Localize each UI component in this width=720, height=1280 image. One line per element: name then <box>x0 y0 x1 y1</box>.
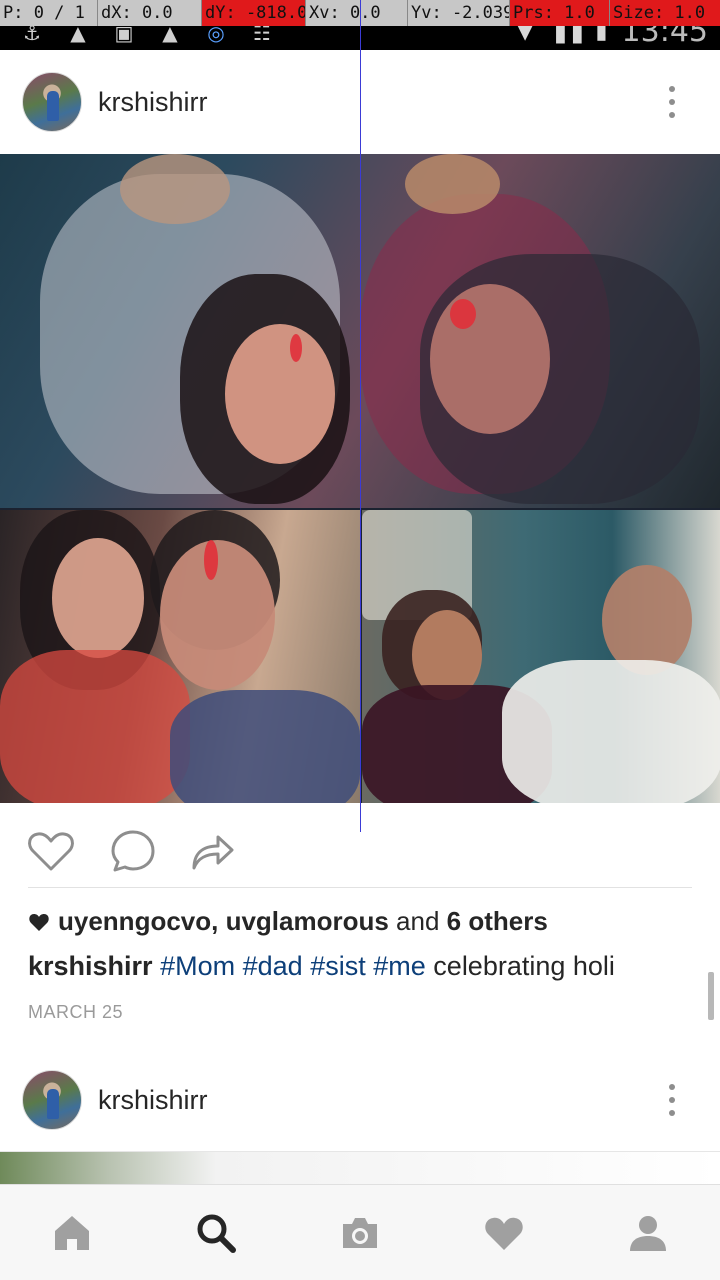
likes-others[interactable]: 6 others <box>447 906 548 937</box>
scrollbar[interactable] <box>708 972 714 1020</box>
next-post-header: krshishirr <box>0 1048 720 1152</box>
share-arrow-icon <box>192 835 234 870</box>
pointer-yv: Yv: -2.039 <box>408 0 510 26</box>
post-caption: krshishirr #Mom #dad #sist #me celebrati… <box>28 951 615 982</box>
next-post-username[interactable]: krshishirr <box>98 1085 208 1116</box>
likes-and: and <box>388 906 447 936</box>
nav-activity[interactable] <box>432 1185 576 1280</box>
heart-outline-icon <box>28 832 74 871</box>
likes-line: uyenngocvo, uvglamorous and 6 others <box>28 906 548 937</box>
more-options-button[interactable] <box>662 1080 682 1120</box>
post-username[interactable]: krshishirr <box>98 87 208 118</box>
photo-tile-bottom-left <box>0 510 360 803</box>
nav-profile[interactable] <box>576 1185 720 1280</box>
home-icon <box>55 1215 89 1250</box>
divider <box>28 887 692 888</box>
comment-bubble-icon <box>111 830 155 872</box>
liked-by-users[interactable]: uyenngocvo, uvglamorous <box>58 906 389 937</box>
pointer-size: Size: 1.0 <box>610 0 720 26</box>
hashtag-sist[interactable]: #sist <box>310 951 366 981</box>
pointer-count: P: 0 / 1 <box>0 0 98 26</box>
photo-tile-bottom-right <box>362 510 720 803</box>
camera-icon <box>343 1217 377 1248</box>
caption-text: celebrating holi <box>433 951 615 981</box>
hashtag-mom[interactable]: #Mom <box>160 951 235 981</box>
pointer-pressure: Prs: 1.0 <box>510 0 610 26</box>
bottom-navigation <box>0 1184 720 1280</box>
avatar[interactable] <box>22 72 82 132</box>
nav-home[interactable] <box>0 1185 144 1280</box>
nav-camera[interactable] <box>288 1185 432 1280</box>
pointer-xv: Xv: 0.0 <box>306 0 408 26</box>
more-options-button[interactable] <box>662 82 682 122</box>
like-button[interactable] <box>26 826 76 876</box>
heart-filled-icon <box>29 913 49 931</box>
search-icon <box>197 1214 236 1253</box>
post-actions <box>0 818 720 882</box>
comment-button[interactable] <box>108 826 158 876</box>
pointer-dy: dY: -818.0 <box>202 0 306 26</box>
caption-username[interactable]: krshishirr <box>28 951 153 981</box>
hashtag-dad[interactable]: #dad <box>243 951 303 981</box>
next-post-photo[interactable] <box>0 1152 720 1184</box>
pointer-trace-line <box>360 0 361 832</box>
pointer-dx: dX: 0.0 <box>98 0 202 26</box>
avatar[interactable] <box>22 1070 82 1130</box>
post-date: MARCH 25 <box>28 1002 124 1022</box>
nav-search[interactable] <box>144 1185 288 1280</box>
heart-icon <box>485 1217 523 1250</box>
share-button[interactable] <box>188 826 238 876</box>
profile-icon <box>630 1215 666 1251</box>
hashtag-me[interactable]: #me <box>373 951 426 981</box>
